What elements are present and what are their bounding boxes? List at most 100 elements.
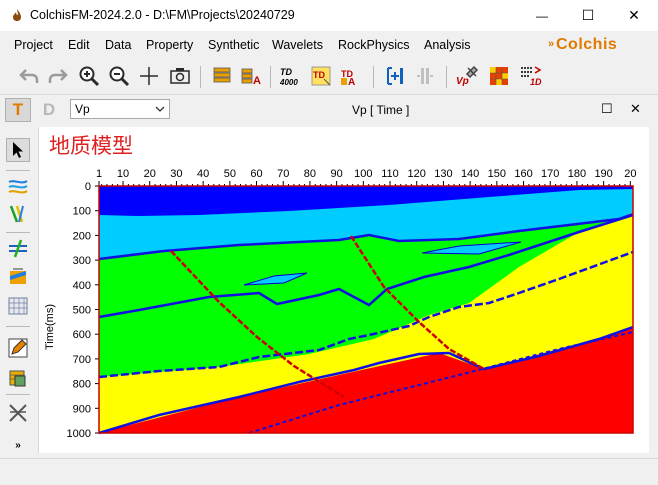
camera-icon[interactable] [167, 63, 193, 89]
x-tick-label: 40 [197, 168, 209, 180]
time-depth-1d-icon[interactable]: TD [308, 63, 334, 89]
geological-model-plot[interactable]: 地质模型 1 10 20 30 40 50 60 70 80 90 100 110 120 130 140 1… [39, 127, 649, 453]
x-axis: 1 10 20 30 40 50 60 70 80 90 100 110 120 130 140 150 160… [96, 168, 636, 186]
fault-edit-icon[interactable] [6, 236, 30, 260]
x-tick-label: 90 [331, 168, 343, 180]
layers-a-icon[interactable]: A [238, 63, 264, 89]
grid-icon[interactable] [6, 294, 30, 318]
chevron-down-icon [155, 106, 165, 112]
time-mode-label: T [12, 100, 24, 119]
menu-rockphysics[interactable]: RockPhysics [338, 38, 410, 52]
tool-separator [6, 394, 30, 395]
depth-mode-label: D [42, 100, 56, 119]
tool-separator [6, 170, 30, 171]
main-toolbar: A TD 4000 TD TD A Vp 1D [0, 60, 658, 95]
maximize-button[interactable]: ☐ [565, 0, 611, 31]
svg-text:A: A [253, 75, 261, 87]
redo-icon[interactable] [45, 63, 71, 89]
svg-text:TD: TD [280, 67, 292, 77]
x-tick-label: 170 [541, 168, 559, 180]
y-tick-label: 900 [73, 403, 91, 415]
app-flame-icon [13, 9, 21, 21]
y-tick-label: 600 [73, 329, 91, 341]
tool-separator [6, 232, 30, 233]
split-panel-icon[interactable] [412, 63, 438, 89]
svg-text:1D: 1D [530, 77, 542, 87]
zoom-out-icon[interactable] [106, 63, 132, 89]
layer-group [99, 186, 633, 433]
menu-edit[interactable]: Edit [68, 38, 90, 52]
add-panel-icon[interactable] [382, 63, 408, 89]
wavelet-1d-icon[interactable]: 1D [518, 63, 544, 89]
pencil-icon[interactable] [6, 336, 30, 360]
x-tick-label: 110 [381, 168, 399, 180]
toolbar-separator [373, 66, 374, 88]
y-tick-label: 500 [73, 305, 91, 317]
menu-synthetic[interactable]: Synthetic [208, 38, 259, 52]
close-button[interactable]: ✕ [611, 0, 657, 31]
pointer-icon[interactable] [6, 138, 30, 162]
paint-bucket-icon[interactable] [6, 366, 30, 390]
toolbar-separator [446, 66, 447, 88]
y-tick-label: 300 [73, 255, 91, 267]
cross-section-icon[interactable] [6, 400, 30, 424]
y-axis: 0 100 200 300 400 500 600 700 800 900 1000 [67, 181, 99, 440]
left-toolbar: » [0, 126, 34, 456]
x-tick-label: 180 [568, 168, 586, 180]
time-depth-na-icon[interactable]: TD A [337, 63, 363, 89]
horizons-icon[interactable] [6, 174, 30, 198]
x-tick-label: 190 [594, 168, 612, 180]
y-tick-label: 700 [73, 354, 91, 366]
undo-icon[interactable] [16, 63, 42, 89]
svg-text:A: A [348, 77, 355, 87]
y-tick-label: 400 [73, 280, 91, 292]
menu-property[interactable]: Property [146, 38, 193, 52]
x-tick-label: 150 [488, 168, 506, 180]
panel-restore-button[interactable]: ☐ [601, 101, 613, 117]
x-tick-label: 140 [461, 168, 479, 180]
y-tick-label: 100 [73, 206, 91, 218]
menu-project[interactable]: Project [14, 38, 53, 52]
minimize-button[interactable]: — [519, 0, 565, 31]
toolbar-separator [200, 66, 201, 88]
x-tick-label: 20 [624, 168, 636, 180]
expand-more-icon[interactable]: » [6, 436, 30, 454]
menu-data[interactable]: Data [105, 38, 131, 52]
x-tick-label: 10 [117, 168, 129, 180]
svg-text:Vp: Vp [456, 76, 469, 87]
model-canvas[interactable]: 地质模型 1 10 20 30 40 50 60 70 80 90 100 110 120 130 140 1… [38, 127, 649, 453]
x-tick-label: 120 [408, 168, 426, 180]
vp-settings-icon[interactable]: Vp [454, 63, 480, 89]
y-tick-label: 0 [85, 181, 91, 193]
logo-arrow-icon: » [548, 38, 555, 50]
model-build-icon[interactable] [6, 264, 30, 288]
depth-mode-button[interactable]: D [37, 98, 61, 122]
y-tick-label: 1000 [67, 428, 91, 440]
svg-text:TD: TD [313, 70, 325, 80]
y-axis-label: Time(ms) [44, 304, 56, 350]
x-tick-label: 100 [354, 168, 372, 180]
svg-text:4000: 4000 [279, 78, 298, 87]
crosshair-icon[interactable] [136, 63, 162, 89]
time-mode-button[interactable]: T [5, 98, 31, 122]
faults-icon[interactable] [6, 202, 30, 226]
window-title: ColchisFM-2024.2.0 - D:\FM\Projects\2024… [30, 8, 295, 22]
y-tick-label: 200 [73, 230, 91, 242]
menu-wavelets[interactable]: Wavelets [272, 38, 323, 52]
model-title: 地质模型 [49, 134, 133, 158]
x-tick-label: 130 [434, 168, 452, 180]
x-tick-label: 20 [144, 168, 156, 180]
x-tick-label: 30 [170, 168, 182, 180]
x-tick-label: 80 [304, 168, 316, 180]
x-tick-label: 160 [514, 168, 532, 180]
depth-to-time-icon[interactable]: TD 4000 [278, 63, 304, 89]
tool-separator [6, 326, 30, 327]
zoom-in-icon[interactable] [76, 63, 102, 89]
layers-stack-icon[interactable] [210, 63, 236, 89]
title-bar: ColchisFM-2024.2.0 - D:\FM\Projects\2024… [0, 0, 658, 31]
panel-close-button[interactable]: ✕ [630, 101, 641, 117]
x-tick-label: 70 [277, 168, 289, 180]
menu-analysis[interactable]: Analysis [424, 38, 471, 52]
grid-color-icon[interactable] [486, 63, 512, 89]
property-select-value: Vp [75, 102, 90, 116]
